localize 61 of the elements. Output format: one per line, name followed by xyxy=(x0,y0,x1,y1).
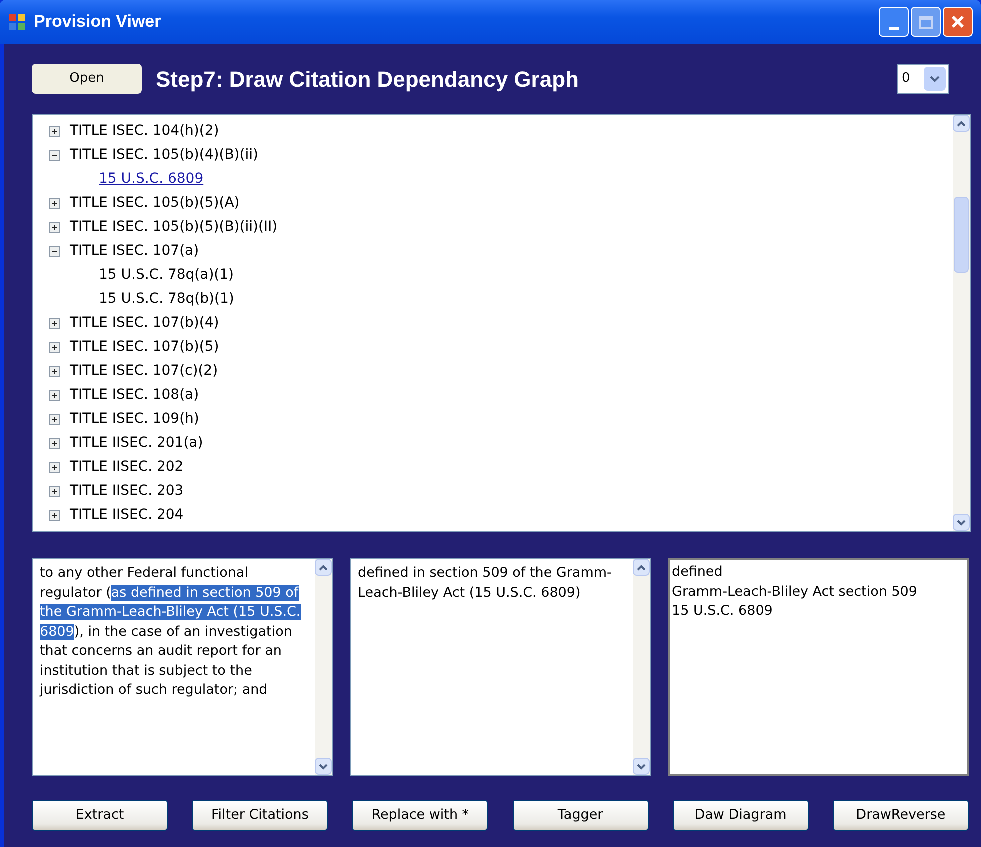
tagged-line: defined xyxy=(672,563,724,582)
tagged-text-box[interactable]: defined Gramm-Leach-Bliley Act section 509 15 U.S.C. 6809 xyxy=(668,558,969,776)
scroll-up-button[interactable] xyxy=(315,559,332,576)
scroll-thumb[interactable] xyxy=(954,197,969,273)
tree-item[interactable]: TITLE ISEC. 105(b)(5)(B)(ii)(II) xyxy=(70,215,278,239)
tagged-line: Gramm-Leach-Bliley Act section 509 xyxy=(672,582,918,602)
tree-item[interactable]: TITLE ISEC. 108(a) xyxy=(70,383,200,407)
maximize-button[interactable] xyxy=(911,7,941,37)
expand-icon[interactable] xyxy=(49,222,60,232)
expand-icon[interactable] xyxy=(49,462,60,472)
expand-icon[interactable] xyxy=(49,510,60,520)
action-button[interactable]: Daw Diagram xyxy=(672,800,809,831)
app-icon xyxy=(8,13,26,31)
scroll-down-button[interactable] xyxy=(633,758,650,775)
tree-item[interactable]: TITLE ISEC. 107(b)(4) xyxy=(70,311,220,335)
action-button[interactable]: Extract xyxy=(32,800,168,831)
action-button[interactable]: DrawReverse xyxy=(832,800,969,831)
tree-item[interactable]: TITLE IISEC. 204 xyxy=(70,503,184,527)
citation-text: defined in section 509 of the Gramm-Leach-Bliley Act (15 U.S.C. 6809) xyxy=(357,564,613,602)
tree-item[interactable]: TITLE ISEC. 107(a) xyxy=(70,239,200,263)
expand-icon[interactable] xyxy=(49,486,60,496)
tree-item[interactable]: TITLE ISEC. 109(h) xyxy=(70,407,200,431)
expand-icon[interactable] xyxy=(49,198,60,208)
tree-item[interactable]: TITLE IISEC. 202 xyxy=(70,455,184,479)
tree-leaf[interactable]: 15 U.S.C. 78q(b)(1) xyxy=(99,287,234,311)
scroll-down-button[interactable] xyxy=(953,514,970,531)
scroll-up-button[interactable] xyxy=(633,559,650,576)
expand-icon[interactable] xyxy=(49,414,60,424)
tree-item[interactable]: TITLE ISEC. 105(b)(5)(A) xyxy=(70,191,240,215)
number-dropdown[interactable]: 0 xyxy=(897,64,949,94)
action-button[interactable]: Filter Citations xyxy=(192,800,328,831)
citation-text-box[interactable]: defined in section 509 of the Gramm-Leach-Bliley Act (15 U.S.C. 6809) xyxy=(350,558,651,776)
tree-item[interactable]: TITLE ISEC. 105(b)(4)(B)(ii) xyxy=(70,143,258,167)
expand-icon[interactable] xyxy=(49,390,60,400)
tree-leaf[interactable]: 15 U.S.C. 6809 xyxy=(99,167,204,191)
tagged-line: 15 U.S.C. 6809 xyxy=(672,602,774,621)
action-button[interactable]: Replace with * xyxy=(352,800,488,831)
expand-icon[interactable] xyxy=(49,318,60,328)
action-button[interactable]: Tagger xyxy=(512,800,649,831)
expand-icon[interactable] xyxy=(49,366,60,376)
source-text-box[interactable] xyxy=(32,558,333,776)
window-title: Provision Viwer xyxy=(34,11,162,34)
tree-item[interactable]: TITLE ISEC. 107(b)(5) xyxy=(70,335,220,359)
tree-item[interactable]: TITLE ISEC. 107(c)(2) xyxy=(70,359,218,383)
collapse-icon[interactable] xyxy=(49,150,60,160)
scroll-down-button[interactable] xyxy=(315,758,332,775)
close-button[interactable] xyxy=(943,7,973,37)
minimize-button[interactable] xyxy=(879,7,909,37)
step-title: Step7: Draw Citation Dependancy Graph xyxy=(156,66,579,94)
close-icon xyxy=(950,14,966,30)
tree-item[interactable]: TITLE IISEC. 201(a) xyxy=(70,431,204,455)
expand-icon[interactable] xyxy=(49,438,60,448)
source-text: to any other Federal functional regulator (as defined in section 509 of the Gramm-Leach-Bliley Act (15 U.S.C. 6809), in the case of an investigation that concerns an audit report for an institution that is subject to the jurisdiction of such regulator; and xyxy=(38,564,302,700)
open-button[interactable]: Open xyxy=(32,64,142,94)
expand-icon[interactable] xyxy=(49,342,60,352)
tree-item[interactable]: TITLE IISEC. 203 xyxy=(70,479,184,503)
tree-leaf[interactable]: 15 U.S.C. 78q(a)(1) xyxy=(99,263,234,287)
collapse-icon[interactable] xyxy=(49,246,60,256)
tree-item[interactable]: TITLE ISEC. 104(h)(2) xyxy=(70,119,220,143)
expand-icon[interactable] xyxy=(49,126,60,136)
scroll-up-button[interactable] xyxy=(953,115,970,132)
